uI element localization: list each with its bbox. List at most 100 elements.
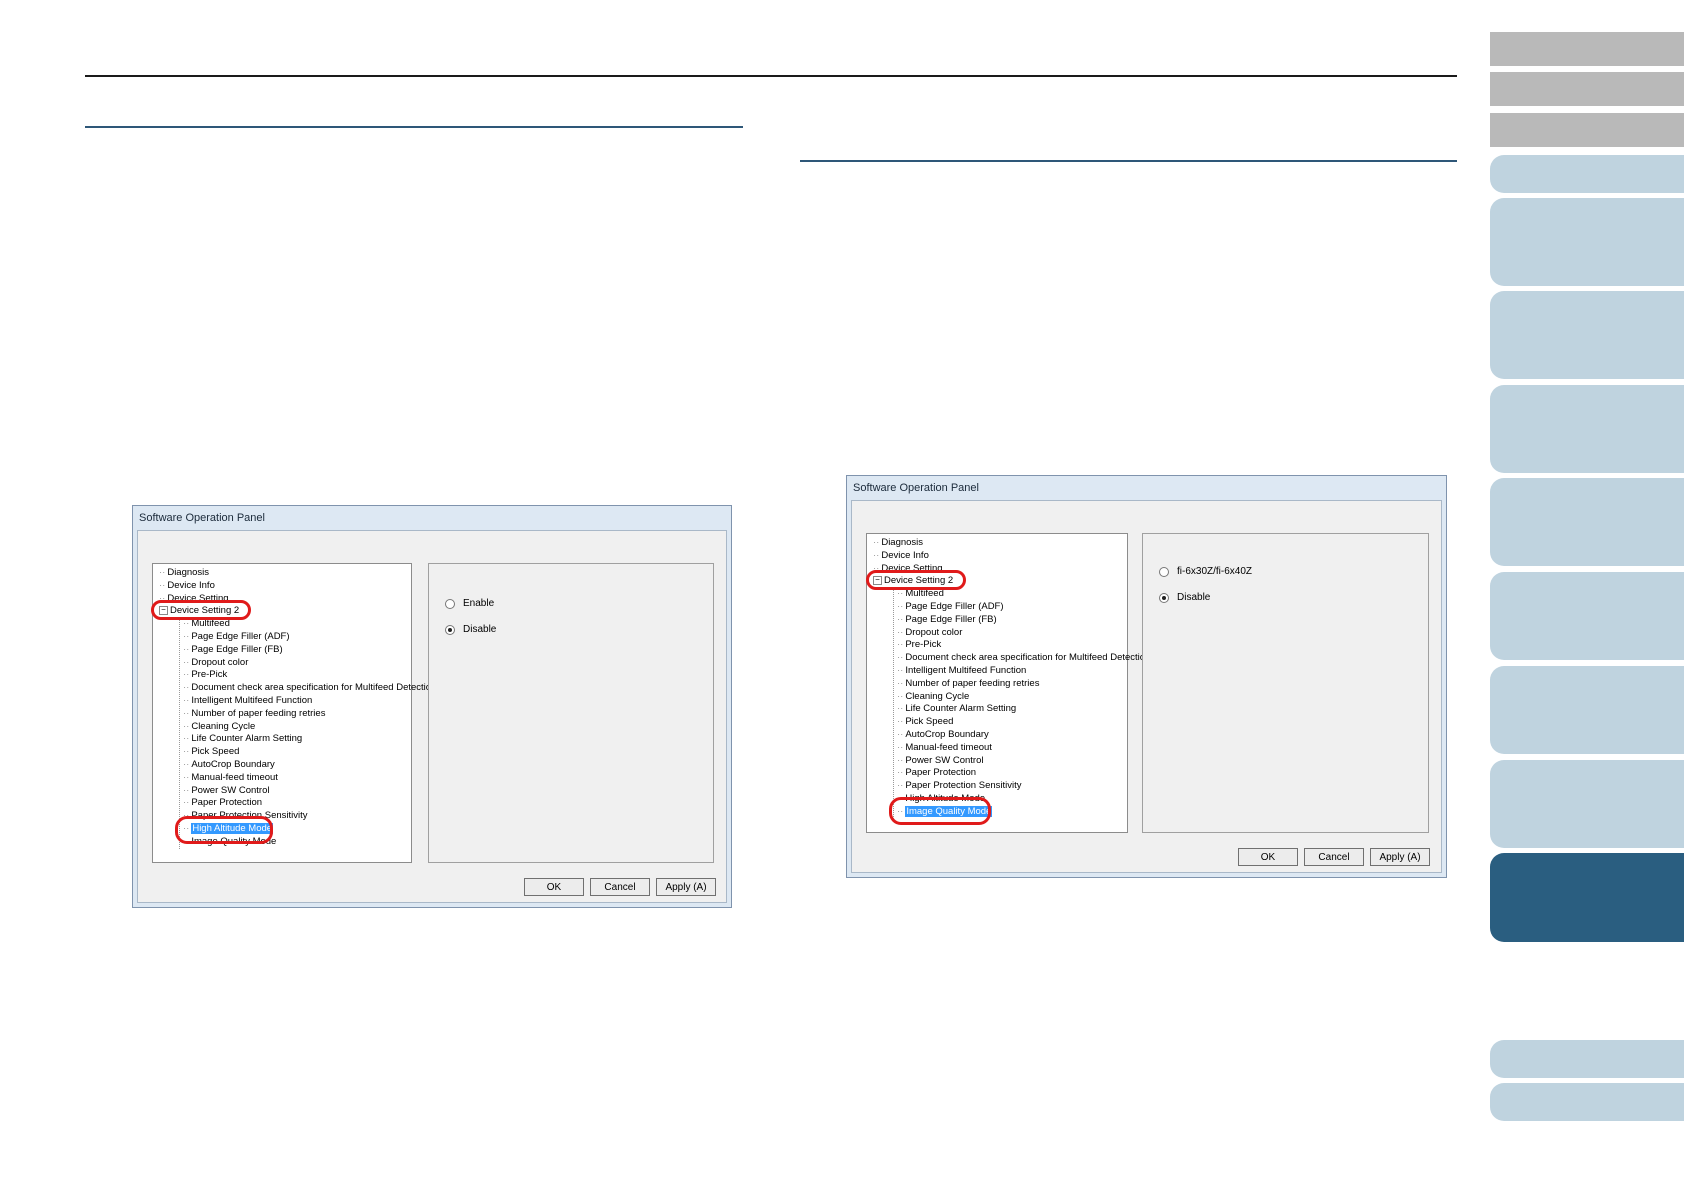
right-model-radio[interactable]: fi-6x30Z/fi-6x40Z (1159, 566, 1252, 577)
nav-tab-3[interactable] (1490, 113, 1684, 147)
tree-item-label: Life Counter Alarm Setting (191, 733, 303, 745)
right-dialog-title: Software Operation Panel (853, 482, 979, 494)
tree-connector: ·· (897, 754, 904, 766)
radio-model-dot (1159, 566, 1169, 577)
nav-tab-14[interactable] (1490, 1083, 1684, 1121)
tree-item-label: Dropout color (191, 656, 249, 668)
right-ok-button[interactable]: OK (1238, 848, 1298, 866)
tree-item-label: Manual-feed timeout (191, 771, 278, 783)
tree-connector: ·· (183, 707, 190, 719)
tree-item[interactable]: ·· Pick Speed (183, 746, 239, 758)
tree-item[interactable]: ·· Number of paper feeding retries (183, 708, 325, 720)
tree-item[interactable]: ·· Device Info (873, 550, 929, 562)
right-highlight-device-setting-2 (866, 570, 966, 590)
right-section-rule (800, 160, 1457, 162)
tree-connector: ·· (897, 665, 904, 676)
tree-item-label: Cleaning Cycle (905, 690, 970, 702)
tree-item[interactable]: ·· Dropout color (897, 627, 962, 639)
tree-connector: ·· (897, 729, 904, 740)
tree-item[interactable]: ·· Pick Speed (897, 716, 953, 728)
tree-item[interactable]: ·· Document check area specification for … (183, 682, 436, 694)
tree-item[interactable]: ·· Page Edge Filler (ADF) (183, 631, 290, 643)
tree-item-label: Pre-Pick (905, 639, 942, 651)
tree-item-label: Paper Protection (905, 767, 977, 779)
tree-item-label: Paper Protection (191, 797, 263, 809)
tree-connector: ·· (183, 631, 190, 642)
left-ok-button[interactable]: OK (524, 878, 584, 896)
tree-item[interactable]: ·· Life Counter Alarm Setting (183, 733, 302, 745)
tree-item-label: Page Edge Filler (ADF) (191, 631, 290, 642)
tree-item[interactable]: ·· Pre-Pick (183, 669, 227, 681)
tree-item[interactable]: ·· Page Edge Filler (ADF) (897, 601, 1004, 613)
left-disable-radio[interactable]: Disable (445, 624, 496, 635)
tree-item-label: Device Info (881, 549, 929, 561)
tree-connector: ·· (183, 759, 190, 770)
tree-item-label: Intelligent Multifeed Function (191, 695, 313, 706)
left-highlight-high-altitude-mode (175, 816, 273, 844)
tree-item[interactable]: ·· Paper Protection Sensitivity (897, 780, 1022, 792)
tree-connector: ·· (897, 780, 904, 792)
nav-tab-10[interactable] (1490, 666, 1684, 754)
tree-item[interactable]: ·· Number of paper feeding retries (897, 678, 1039, 690)
nav-tab-1[interactable] (1490, 32, 1684, 66)
tree-item[interactable]: ·· AutoCrop Boundary (183, 759, 275, 771)
tree-item[interactable]: ·· Page Edge Filler (FB) (183, 644, 283, 656)
tree-connector: ·· (183, 784, 190, 796)
tree-connector: ·· (183, 682, 190, 694)
left-apply-button[interactable]: Apply (A) (656, 878, 716, 896)
tree-item[interactable]: ·· Intelligent Multifeed Function (897, 665, 1026, 677)
tree-item-label: AutoCrop Boundary (191, 759, 275, 770)
nav-tab-2[interactable] (1490, 72, 1684, 106)
left-cancel-button[interactable]: Cancel (590, 878, 650, 896)
tree-item[interactable]: ·· Paper Protection (897, 767, 976, 779)
tree-item[interactable]: ·· Pre-Pick (897, 639, 941, 651)
tree-item[interactable]: ·· Power SW Control (897, 755, 983, 767)
tree-item[interactable]: ·· AutoCrop Boundary (897, 729, 989, 741)
tree-item-label: Intelligent Multifeed Function (905, 665, 1027, 676)
nav-tab-7[interactable] (1490, 385, 1684, 473)
tree-connector: ·· (897, 626, 904, 638)
tree-item[interactable]: ·· Diagnosis (873, 537, 923, 549)
tree-item[interactable]: ·· Manual-feed timeout (183, 772, 278, 784)
tree-item[interactable]: ·· Life Counter Alarm Setting (897, 703, 1016, 715)
tree-item[interactable]: ·· Paper Protection (183, 797, 262, 809)
nav-tab-4[interactable] (1490, 155, 1684, 193)
right-highlight-image-quality-mode (889, 797, 991, 825)
tree-item[interactable]: ·· Dropout color (183, 657, 248, 669)
tree-item-label: Paper Protection Sensitivity (905, 780, 1022, 792)
nav-tab-6[interactable] (1490, 291, 1684, 379)
tree-item-label: Cleaning Cycle (191, 720, 256, 732)
nav-tab-9[interactable] (1490, 572, 1684, 660)
nav-tab-5[interactable] (1490, 198, 1684, 286)
nav-tab-12[interactable] (1490, 853, 1684, 942)
tree-item[interactable]: ·· Cleaning Cycle (897, 691, 969, 703)
tree-item[interactable]: ·· Intelligent Multifeed Function (183, 695, 312, 707)
tree-connector: ·· (897, 613, 904, 625)
tree-connector: ·· (897, 639, 904, 651)
tree-connector: ·· (183, 656, 190, 668)
tree-item-label: Diagnosis (167, 567, 210, 578)
tree-item[interactable]: ·· Manual-feed timeout (897, 742, 992, 754)
tree-item[interactable]: ·· Page Edge Filler (FB) (897, 614, 997, 626)
tree-item[interactable]: ·· Power SW Control (183, 785, 269, 797)
tree-connector: ·· (183, 733, 190, 745)
left-enable-radio[interactable]: Enable (445, 598, 494, 609)
tree-connector: ·· (183, 771, 190, 783)
nav-tab-11[interactable] (1490, 760, 1684, 848)
tree-item[interactable]: ·· Cleaning Cycle (183, 721, 255, 733)
nav-tab-13[interactable] (1490, 1040, 1684, 1078)
left-highlight-device-setting-2 (151, 600, 251, 620)
tree-item[interactable]: ·· Document check area specification for … (897, 652, 1150, 664)
left-dialog-title: Software Operation Panel (139, 512, 265, 524)
right-disable-radio[interactable]: Disable (1159, 592, 1210, 603)
tree-item-label: Number of paper feeding retries (905, 677, 1040, 689)
tree-item-label: Pre-Pick (191, 669, 228, 681)
tree-item[interactable]: ·· Diagnosis (159, 567, 209, 579)
tree-connector: ·· (897, 690, 904, 702)
tree-item[interactable]: ·· Device Info (159, 580, 215, 592)
right-apply-button[interactable]: Apply (A) (1370, 848, 1430, 866)
tree-item-label: Diagnosis (881, 537, 924, 548)
right-cancel-button[interactable]: Cancel (1304, 848, 1364, 866)
tree-item-label: Device Info (167, 579, 215, 591)
nav-tab-8[interactable] (1490, 478, 1684, 566)
